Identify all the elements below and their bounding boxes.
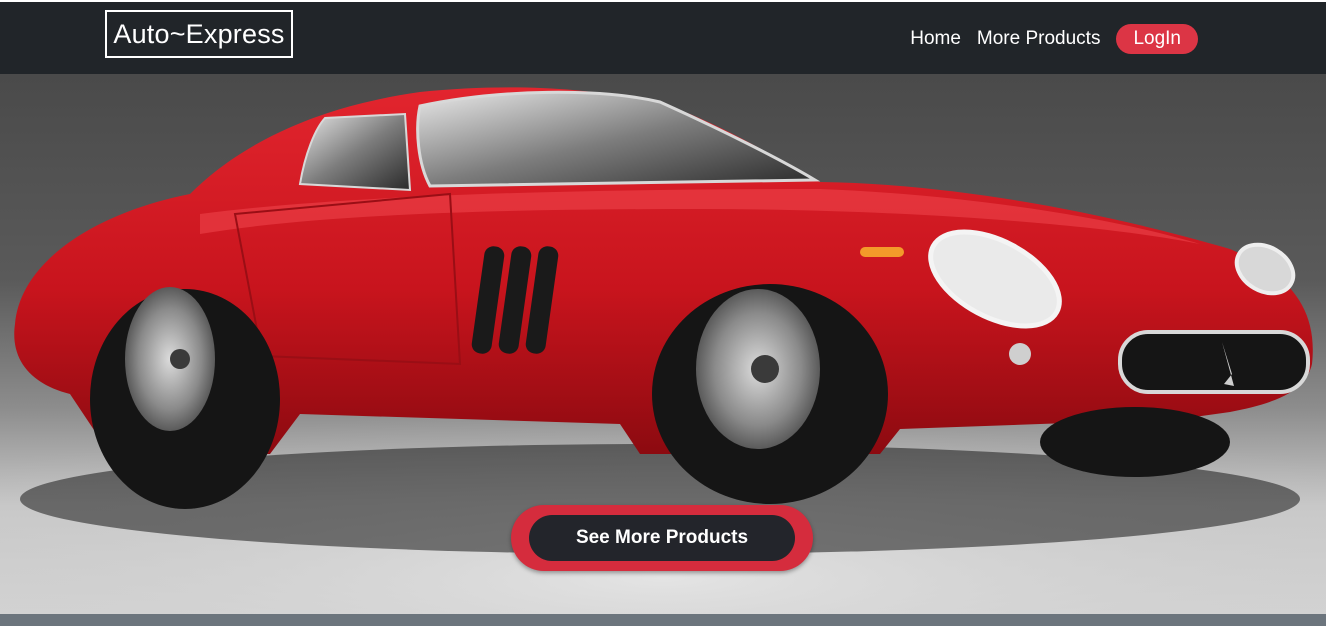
hero-banner: See More Products [0, 74, 1326, 614]
nav-link-more-products[interactable]: More Products [977, 28, 1101, 50]
navbar: Auto~Express Home More Products LogIn [0, 2, 1326, 74]
see-more-products-button[interactable]: See More Products [529, 515, 795, 561]
login-button[interactable]: LogIn [1116, 24, 1198, 54]
cta-button-frame: See More Products [511, 505, 813, 571]
footer-bar [0, 614, 1326, 626]
nav-links: Home More Products LogIn [910, 24, 1198, 54]
nav-link-home[interactable]: Home [910, 28, 961, 50]
brand-logo[interactable]: Auto~Express [105, 10, 293, 58]
